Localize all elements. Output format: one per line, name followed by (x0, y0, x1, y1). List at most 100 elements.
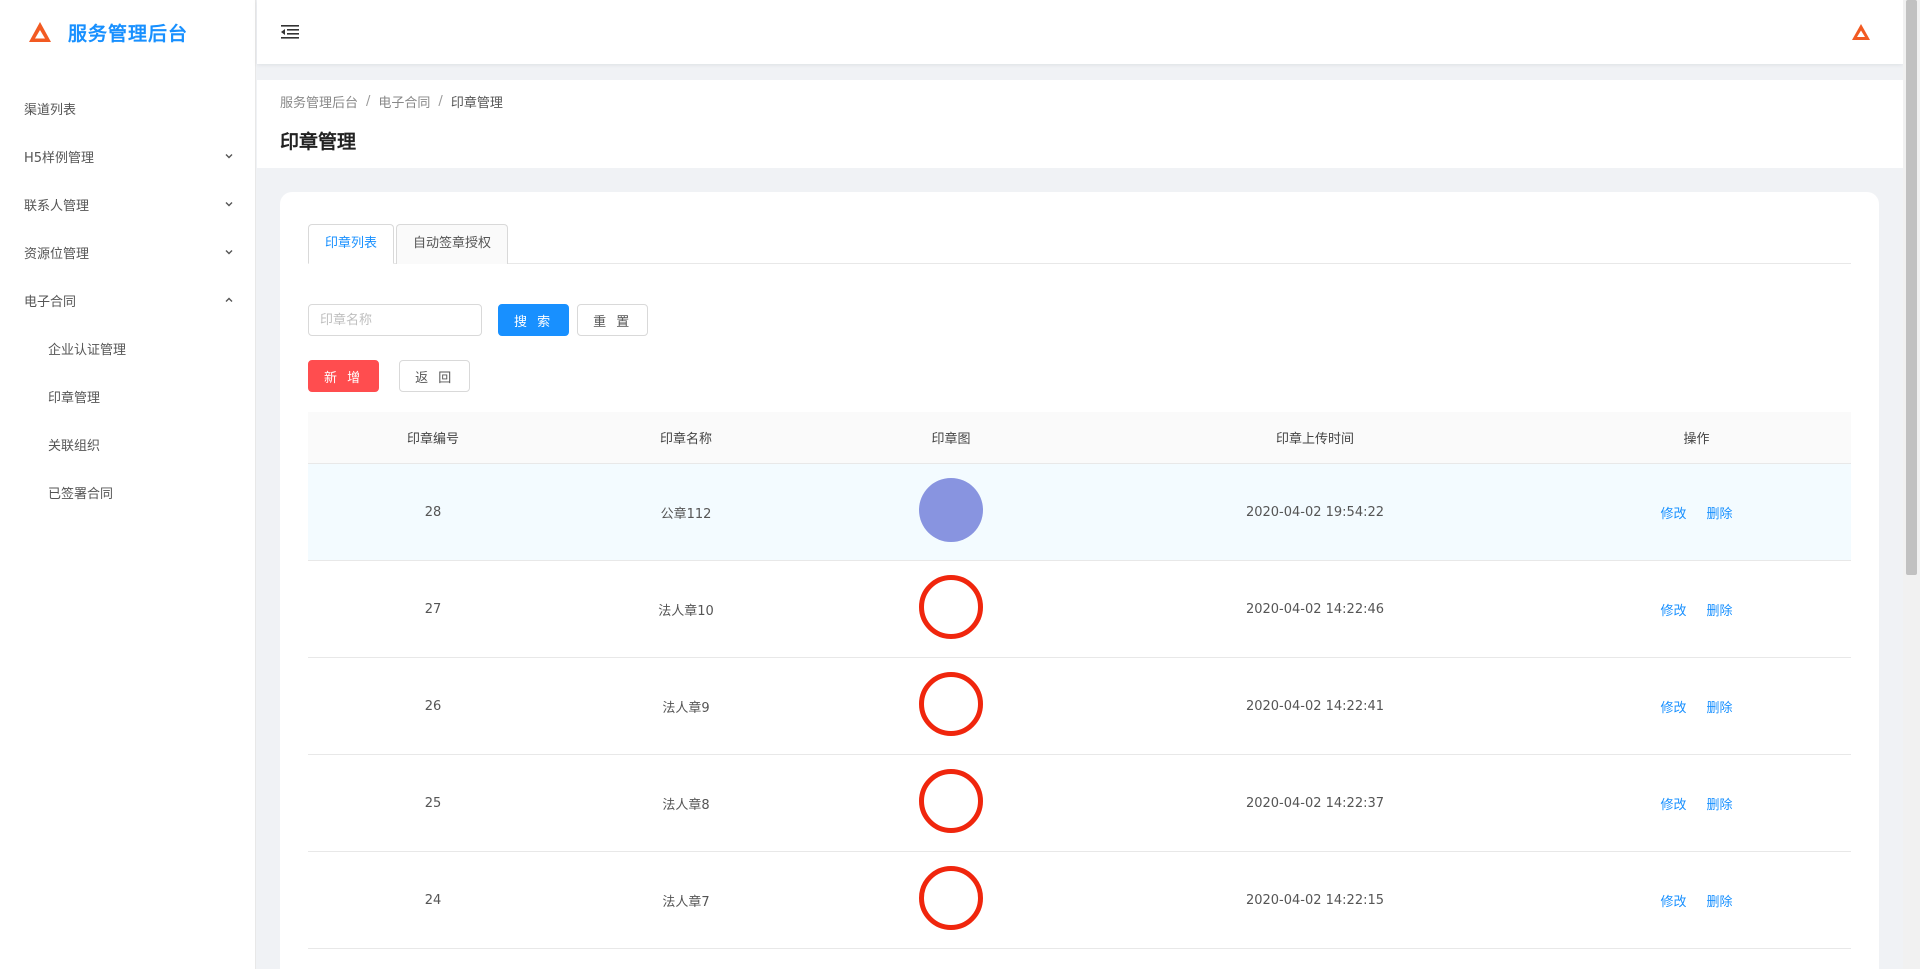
table-row: 25 法人章8 2020-04-02 14:22:37 修改 删除 (308, 755, 1851, 852)
cell-upload-time: 2020-04-02 14:22:46 (1245, 601, 1385, 617)
edit-link[interactable]: 修改 (1660, 503, 1686, 522)
cell-actions: 修改 删除 (1542, 891, 1851, 910)
cell-seal-name: 法人章10 (658, 603, 714, 619)
seal-image (919, 672, 983, 736)
table-row: 28 公章112 2020-04-02 19:54:22 修改 删除 (308, 464, 1851, 561)
seal-image (919, 769, 983, 833)
edit-link[interactable]: 修改 (1660, 600, 1686, 619)
cell-upload-time: 2020-04-02 14:22:41 (1245, 698, 1385, 714)
chevron-down-icon (223, 198, 235, 210)
sidebar-item-e-contract[interactable]: 电子合同 (0, 276, 255, 324)
seal-image (919, 478, 983, 542)
page-title: 印章管理 (280, 131, 357, 153)
breadcrumb-separator: / (366, 94, 371, 109)
delete-link[interactable]: 删除 (1707, 503, 1733, 522)
menu-fold-icon[interactable] (281, 22, 301, 42)
table-row: 27 法人章10 2020-04-02 14:22:46 修改 删除 (308, 561, 1851, 658)
cell-upload-time: 2020-04-02 19:54:22 (1245, 504, 1385, 520)
cell-seal-image (814, 575, 1088, 643)
cell-actions: 修改 删除 (1542, 600, 1851, 619)
sidebar-subitem-label: 企业认证管理 (48, 342, 127, 358)
breadcrumb: 服务管理后台 / 电子合同 / 印章管理 (280, 92, 1880, 111)
edit-link[interactable]: 修改 (1660, 794, 1686, 813)
content-card: 印章列表 自动签章授权 搜 索 重 置 新 增 返 回 印章编号 印章名称 印章… (280, 192, 1879, 969)
column-header-seal-name: 印章名称 (659, 432, 712, 447)
column-header-seal-image: 印章图 (931, 432, 971, 447)
delete-link[interactable]: 删除 (1707, 891, 1733, 910)
sidebar-subitem-label: 关联组织 (48, 438, 101, 454)
cell-seal-name: 公章112 (660, 506, 712, 522)
tab-bar: 印章列表 自动签章授权 (308, 224, 1851, 264)
column-header-seal-id: 印章编号 (406, 432, 459, 447)
chevron-up-icon (223, 294, 235, 306)
seal-table: 印章编号 印章名称 印章图 印章上传时间 操作 28 公章112 2020-04… (308, 412, 1851, 949)
sidebar-subitem-enterprise-auth[interactable]: 企业认证管理 (0, 324, 255, 372)
breadcrumb-item-e-contract[interactable]: 电子合同 (378, 92, 430, 111)
chevron-down-icon (223, 150, 235, 162)
table-row: 26 法人章9 2020-04-02 14:22:41 修改 删除 (308, 658, 1851, 755)
cell-seal-id: 25 (424, 795, 442, 811)
sidebar-item-label: 电子合同 (24, 294, 77, 310)
cell-actions: 修改 删除 (1542, 503, 1851, 522)
breadcrumb-separator: / (438, 94, 443, 109)
cell-seal-id: 27 (424, 601, 442, 617)
reset-button[interactable]: 重 置 (577, 304, 649, 336)
seal-name-input[interactable] (308, 304, 482, 336)
search-row: 搜 索 重 置 (308, 304, 1851, 336)
add-button[interactable]: 新 增 (308, 360, 380, 392)
sidebar-item-resource-slots[interactable]: 资源位管理 (0, 228, 255, 276)
sidebar-subitem-label: 已签署合同 (48, 486, 114, 502)
sidebar-item-h5-sample[interactable]: H5样例管理 (0, 132, 255, 180)
seal-image (919, 575, 983, 639)
cell-seal-image (814, 672, 1088, 740)
breadcrumb-item-home[interactable]: 服务管理后台 (280, 92, 358, 111)
sidebar-subitem-label: 印章管理 (48, 390, 101, 406)
chevron-down-icon (223, 246, 235, 258)
delete-link[interactable]: 删除 (1707, 794, 1733, 813)
breadcrumb-item-current: 印章管理 (450, 96, 503, 111)
cell-seal-image (814, 866, 1088, 934)
cell-seal-id: 24 (424, 892, 442, 908)
sidebar-item-contacts[interactable]: 联系人管理 (0, 180, 255, 228)
triangle-avatar-icon[interactable] (1851, 22, 1871, 42)
scrollbar-thumb[interactable] (1906, 0, 1917, 575)
sidebar: 服务管理后台 渠道列表 H5样例管理 联系人管理 资源位管理 电子合同 企业认证… (0, 0, 256, 969)
cell-seal-name: 法人章9 (662, 700, 710, 716)
app-title: 服务管理后台 (68, 22, 189, 45)
edit-link[interactable]: 修改 (1660, 697, 1686, 716)
cell-upload-time: 2020-04-02 14:22:15 (1245, 892, 1385, 908)
sidebar-item-label: 联系人管理 (24, 198, 90, 214)
sidebar-item-label: 渠道列表 (24, 102, 77, 118)
action-row: 新 增 返 回 (308, 360, 1851, 392)
logo-row[interactable]: 服务管理后台 (0, 0, 255, 64)
sidebar-menu: 渠道列表 H5样例管理 联系人管理 资源位管理 电子合同 企业认证管理 印章管理… (0, 84, 255, 516)
column-header-upload-time: 印章上传时间 (1275, 432, 1354, 447)
sidebar-item-channel-list[interactable]: 渠道列表 (0, 84, 255, 132)
page-scrollbar[interactable] (1903, 0, 1920, 969)
delete-link[interactable]: 删除 (1707, 600, 1733, 619)
cell-seal-id: 26 (424, 698, 442, 714)
table-row: 24 法人章7 2020-04-02 14:22:15 修改 删除 (308, 852, 1851, 949)
cell-seal-id: 28 (424, 504, 442, 520)
cell-actions: 修改 删除 (1542, 697, 1851, 716)
back-button[interactable]: 返 回 (399, 360, 471, 392)
column-header-actions: 操作 (1683, 432, 1710, 447)
cell-seal-image (814, 478, 1088, 546)
cell-seal-image (814, 769, 1088, 837)
sidebar-subitem-linked-orgs[interactable]: 关联组织 (0, 420, 255, 468)
cell-seal-name: 法人章8 (662, 797, 710, 813)
edit-link[interactable]: 修改 (1660, 891, 1686, 910)
top-header (257, 0, 1903, 64)
tab-seal-list[interactable]: 印章列表 (308, 224, 395, 264)
cell-actions: 修改 删除 (1542, 794, 1851, 813)
delete-link[interactable]: 删除 (1707, 697, 1733, 716)
sidebar-subitem-signed-contracts[interactable]: 已签署合同 (0, 468, 255, 516)
search-button[interactable]: 搜 索 (498, 304, 570, 336)
sidebar-item-label: 资源位管理 (24, 246, 90, 262)
cell-seal-name: 法人章7 (662, 894, 710, 910)
tab-auto-sign-auth[interactable]: 自动签章授权 (396, 224, 509, 264)
page-header: 服务管理后台 / 电子合同 / 印章管理 印章管理 (257, 80, 1903, 168)
seal-image (919, 866, 983, 930)
table-header: 印章编号 印章名称 印章图 印章上传时间 操作 (308, 412, 1851, 464)
sidebar-subitem-seal-management[interactable]: 印章管理 (0, 372, 255, 420)
